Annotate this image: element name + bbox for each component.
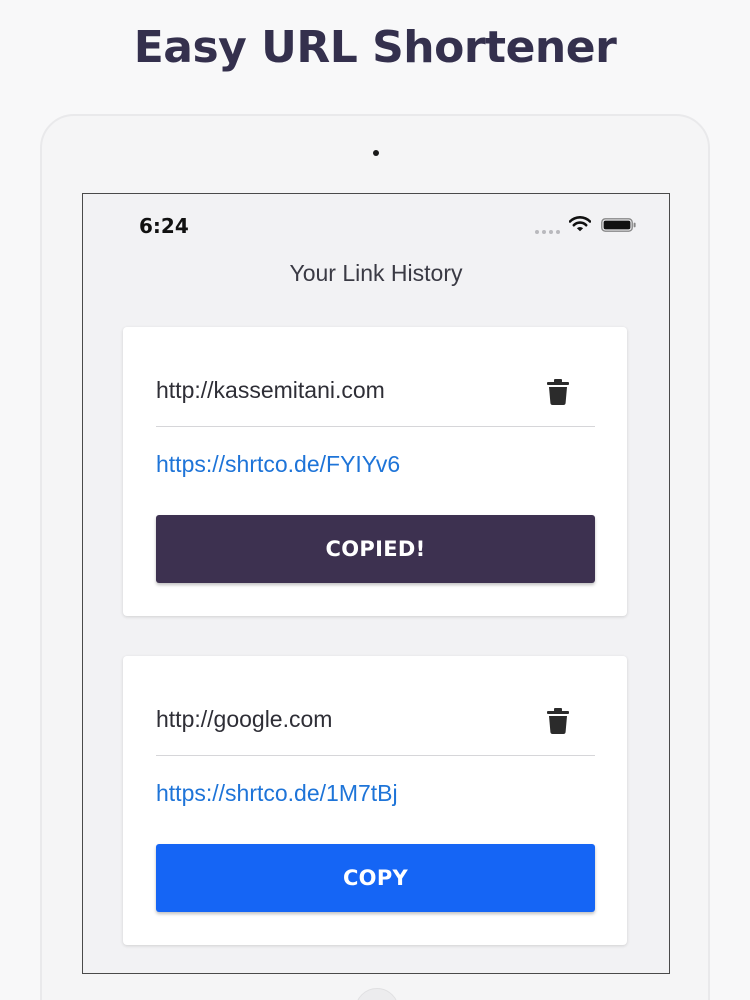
copy-button[interactable]: COPY [156, 844, 595, 912]
link-card: http://kassemitani.com https://shrtco.de… [123, 327, 627, 616]
promo-page: Easy URL Shortener 6:24 Your Link Histor… [0, 0, 750, 1000]
copied-button[interactable]: COPIED! [156, 515, 595, 583]
short-url-link[interactable]: https://shrtco.de/FYIYv6 [156, 451, 400, 478]
link-card: http://google.com https://shrtco.de/1M7t… [123, 656, 627, 945]
wifi-icon [569, 216, 591, 232]
original-url: http://google.com [156, 706, 333, 732]
screen-title: Your Link History [289, 260, 463, 286]
trash-icon[interactable] [547, 379, 569, 405]
original-url-row: http://google.com [156, 656, 595, 756]
promo-title: Easy URL Shortener [133, 22, 617, 73]
home-button[interactable] [355, 988, 399, 1000]
original-url-row: http://kassemitani.com [156, 327, 595, 427]
trash-icon[interactable] [547, 708, 569, 734]
app-screen: 6:24 Your Link History http://kassemitan… [82, 193, 670, 974]
status-time: 6:24 [139, 214, 189, 238]
signal-dots-icon [535, 230, 560, 234]
short-url-link[interactable]: https://shrtco.de/1M7tBj [156, 780, 398, 807]
camera-dot [373, 150, 379, 156]
original-url: http://kassemitani.com [156, 377, 385, 403]
battery-icon [601, 218, 636, 232]
status-bar: 6:24 [83, 194, 669, 254]
